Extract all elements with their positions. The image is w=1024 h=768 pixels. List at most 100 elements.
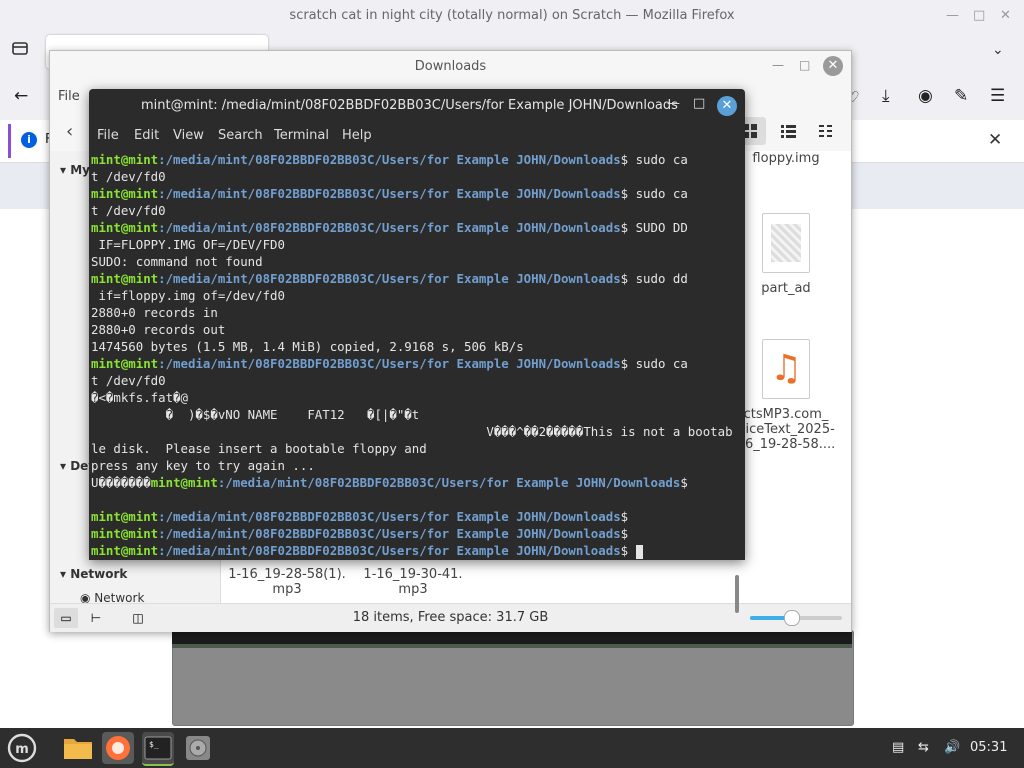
terminal-line: mint@mint:/media/mint/08F02BBDF02BB03C/U… [91,219,731,236]
chevron-down-icon: ▾ [60,567,71,581]
info-icon: i [21,132,37,148]
prompt-path: :/media/mint/08F02BBDF02BB03C/Users/for … [158,271,621,286]
volume-icon[interactable]: 🔊 [944,740,960,755]
chevron-down-icon: ▾ [60,459,71,473]
extensions-icon[interactable]: ✎ [954,86,968,106]
terminal-menu-terminal[interactable]: Terminal [274,128,329,143]
terminal-close-icon[interactable]: ✕ [717,96,737,116]
terminal-line: mint@mint:/media/mint/08F02BBDF02BB03C/U… [91,151,731,168]
prompt-path: :/media/mint/08F02BBDF02BB03C/Users/for … [158,356,621,371]
prompt-path: :/media/mint/08F02BBDF02BB03C/Users/for … [158,509,621,524]
stage-top-bar [172,630,852,644]
terminal-menu-view[interactable]: View [173,128,204,143]
compact-view-button[interactable] [810,117,842,145]
file-label: floppy.img [752,151,820,166]
chevron-down-icon: ▾ [60,163,71,177]
terminal-garbage: U������� [91,475,151,490]
audio-file-icon: ♫ [762,339,810,399]
clock[interactable]: 05:31 [970,740,1007,755]
file-item[interactable]: 1-16_19-28-58(1). mp3 [227,567,347,601]
account-icon[interactable]: ◉ [918,86,933,106]
firefox-title: scratch cat in night city (totally norma… [289,8,735,23]
network-icon[interactable]: ⇆ [918,740,929,755]
terminal-menu-edit[interactable]: Edit [134,128,159,143]
file-label: 1-16_19-28-58(1). mp3 [228,567,346,597]
close-icon[interactable]: ✕ [1000,8,1011,23]
back-icon[interactable]: ← [14,86,28,106]
maximize-icon[interactable]: □ [973,8,985,23]
notification-accent [8,124,11,158]
prompt-command: $ [620,526,629,541]
files-back-icon[interactable]: ‹ [66,121,73,142]
terminal-maximize-icon[interactable]: □ [693,96,705,111]
sidebar-section-network[interactable]: ▾ Network [60,567,127,581]
terminal-line: mint@mint:/media/mint/08F02BBDF02BB03C/U… [91,355,731,372]
terminal-minimize-icon[interactable]: — [667,96,680,111]
firefox-app-icon[interactable] [102,732,134,764]
files-minimize-icon[interactable]: — [772,58,784,72]
prompt-user: mint@mint [91,526,159,541]
terminal-output: mint@mint:/media/mint/08F02BBDF02BB03C/U… [91,151,733,559]
svg-text:$_: $_ [149,740,159,749]
terminal-line: if=floppy.img of=/dev/fd0 [91,288,285,303]
file-item[interactable]: ♫ ctsMP3.com_ piceText_2025- 16_19-28-58… [735,339,837,459]
terminal-line: 1474560 bytes (1.5 MB, 1.4 MiB) copied, … [91,339,524,354]
prompt-command: $ sudo ca [620,356,688,371]
clipboard-icon[interactable]: ▤ [892,740,904,755]
prompt-path: :/media/mint/08F02BBDF02BB03C/Users/for … [217,475,681,490]
prompt-path: :/media/mint/08F02BBDF02BB03C/Users/for … [158,220,621,235]
list-view-button[interactable] [772,117,804,145]
menu-icon[interactable]: ☰ [990,86,1005,106]
prompt-user: mint@mint [150,475,218,490]
files-statusbar: ▭ ⊢ ◫ 18 items, Free space: 31.7 GB [50,603,851,632]
prompt-user: mint@mint [91,509,159,524]
terminal-menu-file[interactable]: File [97,128,119,143]
stage-strip [172,644,852,648]
terminal-menu-help[interactable]: Help [342,128,372,143]
files-menu-file[interactable]: File [58,89,80,104]
terminal-body[interactable]: mint@mint:/media/mint/08F02BBDF02BB03C/U… [89,149,745,613]
prompt-user: mint@mint [91,220,159,235]
chevron-down-icon[interactable]: ⌄ [992,42,1004,58]
files-app-icon[interactable] [62,732,94,764]
prompt-command: $ sudo ca [620,152,688,167]
prompt-path: :/media/mint/08F02BBDF02BB03C/Users/for … [158,526,621,541]
download-icon[interactable]: ⤓ [882,86,890,106]
file-label: 1-16_19-30-41. mp3 [363,567,463,597]
prompt-user: mint@mint [91,356,159,371]
terminal-line: mint@mint:/media/mint/08F02BBDF02BB03C/U… [91,525,731,542]
terminal-title: mint@mint: /media/mint/08F02BBDF02BB03C/… [141,98,678,113]
file-item[interactable]: floppy.img [741,151,831,171]
terminal-line: 2880+0 records out [91,322,226,337]
prompt-command: $ sudo dd [620,271,688,286]
terminal-line: le disk. Please insert a bootable floppy… [91,441,427,456]
terminal-line: t /dev/fd0 [91,373,166,388]
prompt-command: $ [620,509,629,524]
files-close-icon[interactable]: ✕ [823,56,843,76]
terminal-menu-search[interactable]: Search [218,128,263,143]
document-icon [762,213,810,273]
mint-menu-icon[interactable]: m [6,732,38,764]
status-text: 18 items, Free space: 31.7 GB [352,610,549,625]
taskbar: m $_ ▤ ⇆ 🔊 05:31 [0,728,1024,768]
prompt-path: :/media/mint/08F02BBDF02BB03C/Users/for … [158,186,621,201]
tab-overview-icon[interactable] [10,38,30,58]
disks-app-icon[interactable] [182,732,214,764]
minimize-icon[interactable]: — [946,8,959,23]
zoom-slider-handle[interactable] [784,610,801,626]
terminal-app-icon[interactable]: $_ [142,732,174,766]
file-item[interactable]: 1-16_19-30-41. mp3 [355,567,471,601]
terminal-line: mint@mint:/media/mint/08F02BBDF02BB03C/U… [91,508,731,525]
terminal-line: mint@mint:/media/mint/08F02BBDF02BB03C/U… [91,185,731,202]
terminal-line: t /dev/fd0 [91,203,166,218]
terminal-scrollbar[interactable] [735,575,739,613]
prompt-user: mint@mint [91,271,159,286]
terminal-cursor [635,544,643,559]
prompt-user: mint@mint [91,152,159,167]
terminal-window: mint@mint: /media/mint/08F02BBDF02BB03C/… [89,89,745,613]
files-maximize-icon[interactable]: □ [799,58,810,72]
file-label: ctsMP3.com_ piceText_2025- 16_19-28-58..… [736,407,836,452]
file-item[interactable]: part_ad [741,213,831,303]
zoom-slider[interactable] [750,610,842,626]
notification-close-icon[interactable]: ✕ [988,130,1002,150]
